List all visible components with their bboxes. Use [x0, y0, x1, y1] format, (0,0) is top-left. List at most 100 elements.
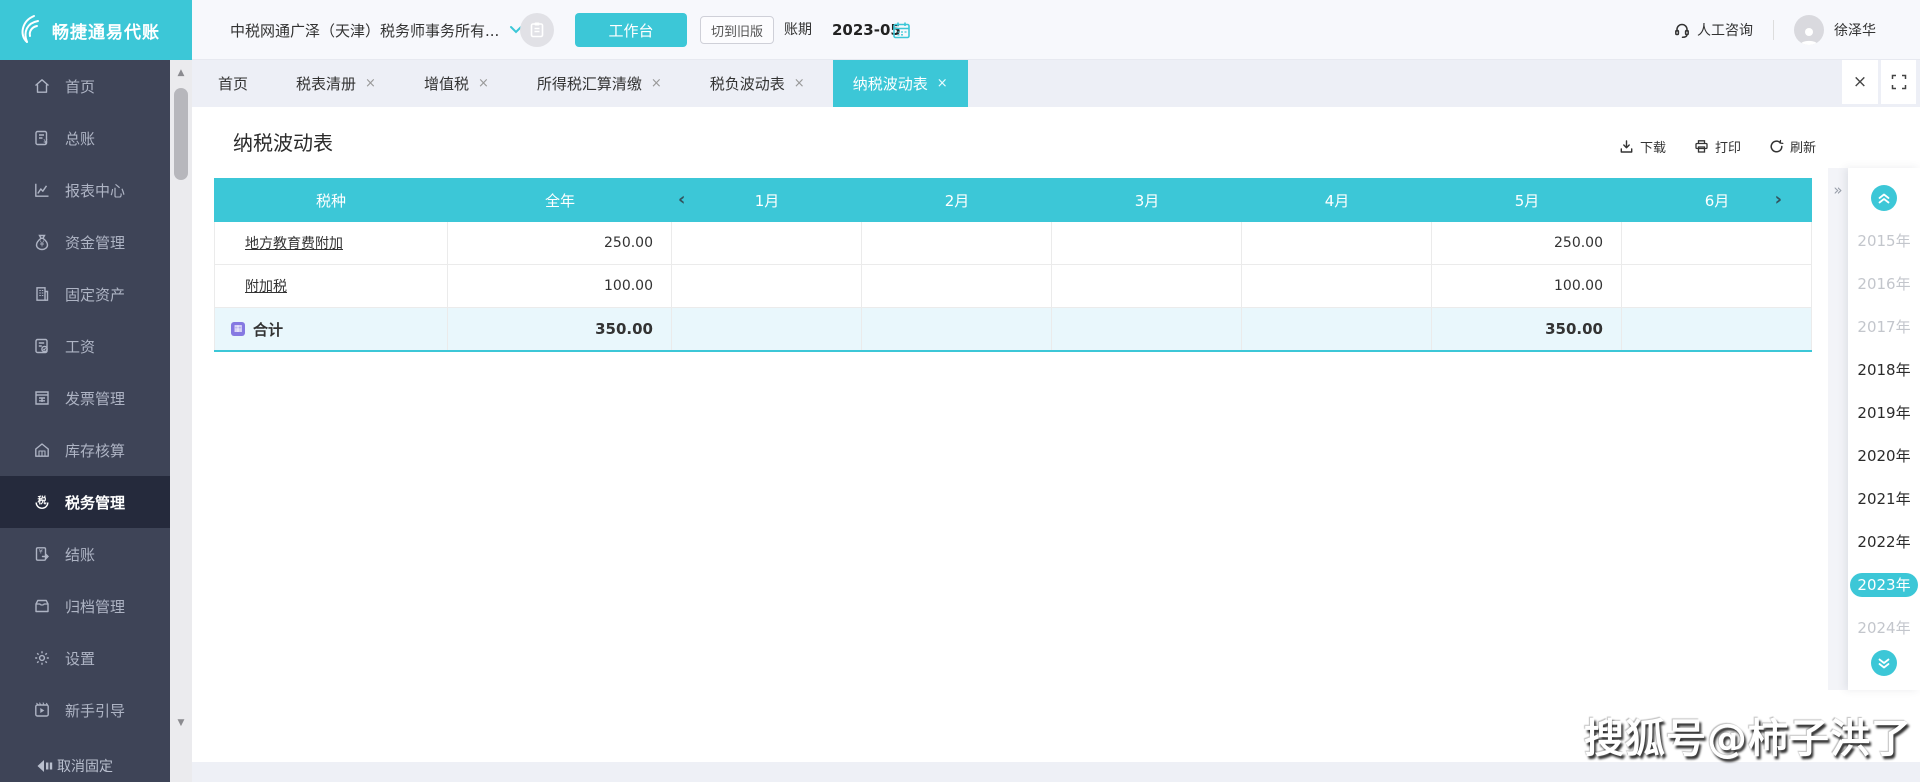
refresh-icon — [1769, 139, 1784, 154]
username[interactable]: 徐泽华 — [1834, 20, 1876, 40]
download-icon — [1619, 139, 1634, 154]
sidebar-item-label: 结账 — [65, 544, 95, 565]
tab-label: 所得税汇算清缴 — [537, 73, 642, 94]
close-all-tabs-button[interactable]: × — [1842, 60, 1878, 104]
sidebar-item-label: 报表中心 — [65, 180, 125, 201]
tab-home[interactable]: 首页 — [198, 60, 268, 107]
brand-name: 畅捷通易代账 — [52, 18, 160, 43]
download-label: 下载 — [1640, 137, 1666, 156]
tab-close-icon[interactable]: × — [365, 76, 376, 91]
table-header-row: 税种 全年 1月 2月 3月 4月 5月 6月 ‹ › — [214, 178, 1812, 222]
tax-type-link[interactable]: 附加税 — [245, 276, 287, 296]
unpin-sidebar-button[interactable]: 取消固定 — [36, 756, 113, 776]
total-annual-value: 350.00 — [448, 308, 672, 350]
sidebar-item-label: 税务管理 — [65, 492, 125, 513]
total-label: 合计 — [253, 319, 283, 340]
sidebar-item-funds[interactable]: ¥ 资金管理 — [0, 216, 170, 268]
live-support-button[interactable]: 人工咨询 — [1673, 20, 1753, 40]
tax-type-link[interactable]: 地方教育费附加 — [245, 233, 343, 253]
sidebar-item-beginner-guide[interactable]: 新手引导 — [0, 684, 170, 736]
month-value: 250.00 — [1432, 222, 1622, 264]
gear-icon — [32, 649, 51, 668]
headset-icon — [1673, 21, 1691, 39]
print-button[interactable]: 打印 — [1694, 137, 1741, 156]
column-header-tax-type: 税种 — [214, 178, 448, 222]
avatar[interactable] — [1794, 15, 1824, 45]
sidebar-item-home[interactable]: 首页 — [0, 60, 170, 112]
scroll-up-arrow-icon[interactable]: ▲ — [170, 68, 192, 78]
sidebar-item-fixed-assets[interactable]: 固定资产 — [0, 268, 170, 320]
annual-value: 100.00 — [448, 265, 672, 307]
column-header-feb: 2月 — [862, 178, 1052, 222]
watermark: 搜狐号@柿子洪了 — [1584, 706, 1912, 764]
year-item-2023-selected[interactable]: 2023年 — [1848, 564, 1920, 607]
scroll-down-arrow-icon[interactable]: ▼ — [170, 718, 192, 728]
year-item-2022[interactable]: 2022年 — [1848, 521, 1920, 564]
sidebar-item-label: 新手引导 — [65, 700, 125, 721]
tab-tax-form-register[interactable]: 税表清册 × — [276, 60, 396, 107]
total-month-value — [862, 308, 1052, 350]
sidebar-item-general-ledger[interactable]: ¥ 总账 — [0, 112, 170, 164]
total-calculator-icon: ▦ — [231, 322, 245, 336]
year-panel-collapse-strip[interactable]: » — [1828, 168, 1848, 690]
ledger-icon: ¥ — [32, 129, 51, 148]
year-item-2024: 2024年 — [1848, 607, 1920, 650]
tab-income-tax-settlement[interactable]: 所得税汇算清缴 × — [517, 60, 682, 107]
fullscreen-icon[interactable] — [1881, 60, 1916, 104]
sidebar-item-label: 总账 — [65, 128, 95, 149]
table-total-row: ▦ 合计 350.00 350.00 — [214, 308, 1812, 352]
top-header: 畅捷通易代账 中税网通广泽（天津）税务师事务所有... 工作台 切到旧版 账期 … — [0, 0, 1920, 60]
year-item-2021[interactable]: 2021年 — [1848, 478, 1920, 521]
column-header-mar: 3月 — [1052, 178, 1242, 222]
page-title: 纳税波动表 — [233, 127, 333, 156]
sidebar-item-settings[interactable]: 设置 — [0, 632, 170, 684]
year-item-2018[interactable]: 2018年 — [1848, 349, 1920, 392]
tab-label: 税表清册 — [296, 73, 356, 94]
next-months-arrow-icon[interactable]: › — [1775, 178, 1782, 222]
tab-tax-burden-fluctuation[interactable]: 税负波动表 × — [690, 60, 825, 107]
sidebar-item-inventory[interactable]: 库存核算 — [0, 424, 170, 476]
refresh-label: 刷新 — [1790, 137, 1816, 156]
refresh-button[interactable]: 刷新 — [1769, 137, 1816, 156]
period-value[interactable]: 2023-05 — [832, 0, 901, 60]
sidebar-item-invoice[interactable]: 发票管理 — [0, 372, 170, 424]
download-button[interactable]: 下载 — [1619, 137, 1666, 156]
years-scroll-up-button[interactable] — [1871, 185, 1897, 211]
prev-months-arrow-icon[interactable]: ‹ — [678, 178, 685, 222]
sidebar-item-payroll[interactable]: 工资 — [0, 320, 170, 372]
year-panel: 2015年 2016年 2017年 2018年 2019年 2020年 2021… — [1848, 168, 1920, 690]
tab-close-icon[interactable]: × — [794, 76, 805, 91]
month-value — [1052, 265, 1242, 307]
tab-close-icon[interactable]: × — [651, 76, 662, 91]
workbench-button[interactable]: 工作台 — [575, 13, 687, 47]
header-divider — [1773, 20, 1774, 40]
sidebar-item-label: 发票管理 — [65, 388, 125, 409]
sidebar-item-archive[interactable]: 归档管理 — [0, 580, 170, 632]
company-selector[interactable]: 中税网通广泽（天津）税务师事务所有... — [230, 0, 523, 60]
tab-close-icon[interactable]: × — [478, 76, 489, 91]
year-item-2019[interactable]: 2019年 — [1848, 392, 1920, 435]
tab-tax-payment-fluctuation[interactable]: 纳税波动表 × — [833, 60, 968, 107]
calendar-icon[interactable] — [892, 21, 911, 40]
svg-text:税: 税 — [37, 495, 46, 507]
year-item-2016: 2016年 — [1848, 263, 1920, 306]
month-value — [862, 222, 1052, 264]
sidebar-item-report-center[interactable]: 报表中心 — [0, 164, 170, 216]
period-label: 账期 — [784, 0, 812, 60]
year-item-2020[interactable]: 2020年 — [1848, 435, 1920, 478]
print-label: 打印 — [1715, 137, 1741, 156]
switch-old-version-button[interactable]: 切到旧版 — [700, 16, 774, 44]
brand-block[interactable]: 畅捷通易代账 — [0, 0, 192, 60]
total-month-value — [1622, 308, 1812, 350]
sidebar-item-closing[interactable]: ¥ 结账 — [0, 528, 170, 580]
month-value — [1622, 222, 1812, 264]
header-right-cluster: 人工咨询 徐泽华 — [1673, 0, 1876, 60]
warehouse-icon — [32, 441, 51, 460]
notepad-icon[interactable] — [520, 13, 554, 47]
scrollbar-thumb[interactable] — [174, 88, 188, 180]
sidebar-item-tax-management[interactable]: 税 税务管理 — [0, 476, 170, 528]
tab-close-icon[interactable]: × — [937, 76, 948, 91]
tab-vat[interactable]: 增值税 × — [404, 60, 509, 107]
years-scroll-down-button[interactable] — [1871, 650, 1897, 676]
table-row: 地方教育费附加 250.00 250.00 — [214, 222, 1812, 265]
